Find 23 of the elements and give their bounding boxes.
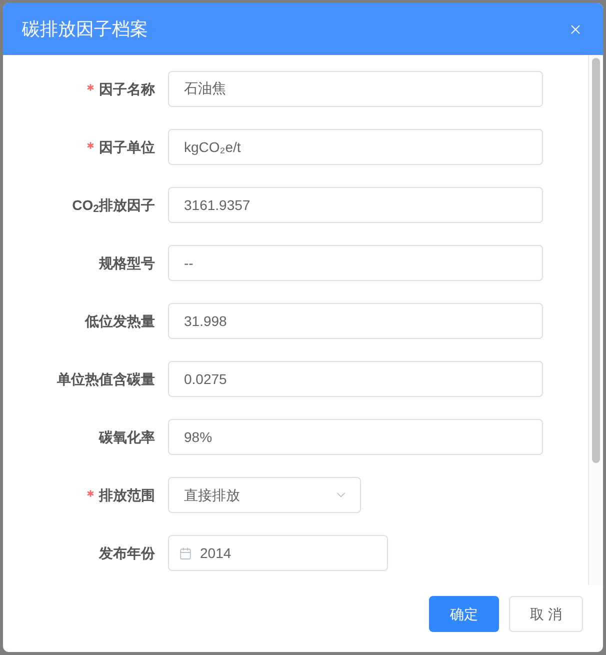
input-field[interactable]: kgCO₂e/t [168,129,543,165]
field-label: 发布年份 [99,544,155,562]
field-label: 规格型号 [99,254,155,272]
dialog-title: 碳排放因子档案 [22,18,148,40]
field-label: 因子单位 [99,138,155,156]
input-field[interactable]: 98% [168,419,543,455]
input-field[interactable]: 石油焦 [168,71,543,107]
select-field[interactable]: 直接排放 [168,477,361,513]
input-field[interactable]: -- [168,245,543,281]
input-field[interactable]: 0.0275 [168,361,543,397]
confirm-button[interactable]: 确定 [429,596,499,632]
field-label: 排放范围 [99,486,155,504]
field-label: 低位发热量 [85,312,155,330]
scrollbar-thumb[interactable] [592,58,600,463]
input-field[interactable]: 31.998 [168,303,543,339]
field-label: CO$_{2}$排放因子 [72,196,155,216]
field-label: 单位热值含碳量 [57,370,155,388]
date-picker-field[interactable]: 2014 [168,535,388,571]
calendar-icon [179,546,192,560]
cancel-button[interactable]: 取 消 [509,596,583,632]
input-field[interactable]: 3161.9357 [168,187,543,223]
field-label: 因子名称 [99,80,155,98]
field-label: 碳氧化率 [99,428,155,446]
